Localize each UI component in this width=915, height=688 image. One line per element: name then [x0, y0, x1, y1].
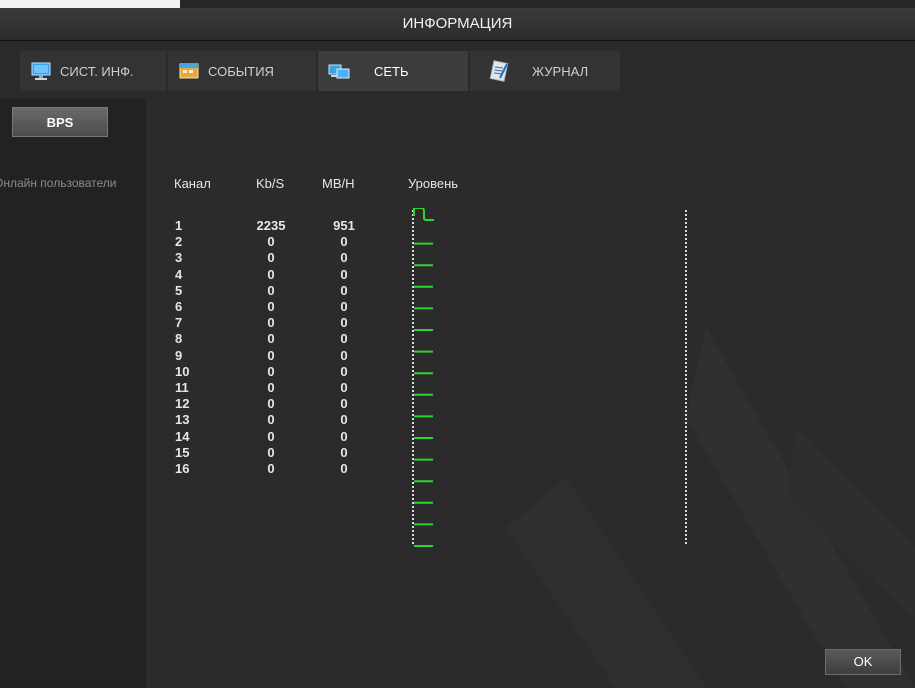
cell-channel: 12: [175, 396, 190, 412]
network-icon: [328, 60, 350, 82]
cell-channel: 5: [175, 282, 183, 298]
cell-kbs: 0: [267, 363, 275, 379]
tab-log[interactable]: ЖУРНАЛ: [470, 51, 620, 91]
cell-channel: 3: [175, 250, 183, 266]
cell-kbs: 0: [267, 444, 275, 460]
cell-channel: 6: [175, 299, 183, 314]
cell-channel: 2: [175, 234, 183, 250]
header-level: Уровень: [408, 176, 459, 191]
ok-button[interactable]: OK: [825, 649, 901, 675]
cell-channel: 11: [175, 380, 189, 395]
level-line-1: [413, 208, 434, 221]
cell-channel: 14: [175, 428, 190, 444]
cell-kbs: 0: [267, 282, 275, 298]
sidebar: BPS Онлайн пользователи: [0, 98, 146, 688]
cell-mbh: 0: [340, 363, 348, 379]
cell-kbs: 0: [267, 347, 275, 363]
cell-channel: 9: [175, 347, 183, 363]
cell-mbh: 0: [340, 234, 348, 250]
tab-network[interactable]: СЕТЬ: [318, 51, 468, 91]
cell-kbs: 0: [267, 428, 275, 444]
info-window: ИНФОРМАЦИЯ СИСТ. ИНФ. СОБЫТИЯ СЕТЬ ЖУРНА…: [0, 0, 915, 688]
corner-strip: [0, 0, 180, 8]
cell-mbh: 0: [340, 331, 348, 347]
tab-bar: СИСТ. ИНФ. СОБЫТИЯ СЕТЬ ЖУРНАЛ: [0, 41, 915, 98]
cell-channel: 10: [175, 363, 190, 379]
cell-kbs: 0: [267, 461, 275, 476]
cell-channel: 13: [175, 412, 190, 428]
events-icon: [178, 60, 200, 82]
cell-kbs: 0: [267, 331, 275, 347]
cell-kbs: 0: [267, 396, 275, 412]
cell-kbs: 0: [267, 412, 275, 428]
cell-kbs: 0: [267, 266, 275, 282]
cell-kbs: 0: [267, 299, 275, 314]
cell-channel: 8: [175, 331, 183, 347]
cell-mbh: 0: [340, 412, 348, 428]
header-kbs: Kb/S: [256, 176, 285, 191]
tab-sys-info[interactable]: СИСТ. ИНФ.: [20, 51, 166, 91]
cell-channel: 4: [175, 266, 183, 282]
cell-channel: 1: [175, 218, 183, 233]
log-icon: [488, 60, 510, 82]
cell-channel: 16: [175, 461, 190, 476]
cell-mbh: 0: [340, 282, 348, 298]
tab-label: ЖУРНАЛ: [532, 63, 589, 79]
cell-kbs: 0: [267, 234, 275, 250]
tab-label: СИСТ. ИНФ.: [60, 63, 134, 79]
cell-mbh: 0: [340, 299, 348, 314]
cell-mbh: 0: [340, 444, 348, 460]
cell-channel: 15: [175, 444, 190, 460]
cell-mbh: 0: [340, 250, 348, 266]
cell-mbh: 951: [333, 218, 355, 233]
header-channel: Канал: [174, 176, 211, 191]
cell-kbs: 0: [267, 315, 275, 331]
window-title: ИНФОРМАЦИЯ: [0, 8, 915, 41]
cell-kbs: 0: [267, 380, 275, 395]
level-meters: [412, 208, 687, 547]
cell-channel: 7: [175, 315, 183, 331]
tab-label: СЕТЬ: [374, 63, 409, 79]
cell-mbh: 0: [340, 347, 348, 363]
cell-mbh: 0: [340, 461, 348, 476]
cell-mbh: 0: [340, 266, 348, 282]
tab-events[interactable]: СОБЫТИЯ: [168, 51, 316, 91]
cell-mbh: 0: [340, 396, 348, 412]
cell-mbh: 0: [340, 315, 348, 331]
tab-label: СОБЫТИЯ: [208, 63, 274, 79]
cell-mbh: 0: [340, 428, 348, 444]
monitor-icon: [30, 60, 52, 82]
cell-mbh: 0: [340, 380, 348, 395]
online-users-item[interactable]: Онлайн пользователи: [0, 176, 146, 190]
header-mbh: MB/H: [322, 176, 355, 191]
cell-kbs: 0: [267, 250, 275, 266]
bps-panel: Канал Kb/S MB/H Уровень 1 2235 951 2 0 0 3 0 0 4 0…: [146, 98, 915, 688]
cell-kbs: 2235: [256, 218, 286, 233]
bps-button[interactable]: BPS: [12, 107, 108, 137]
